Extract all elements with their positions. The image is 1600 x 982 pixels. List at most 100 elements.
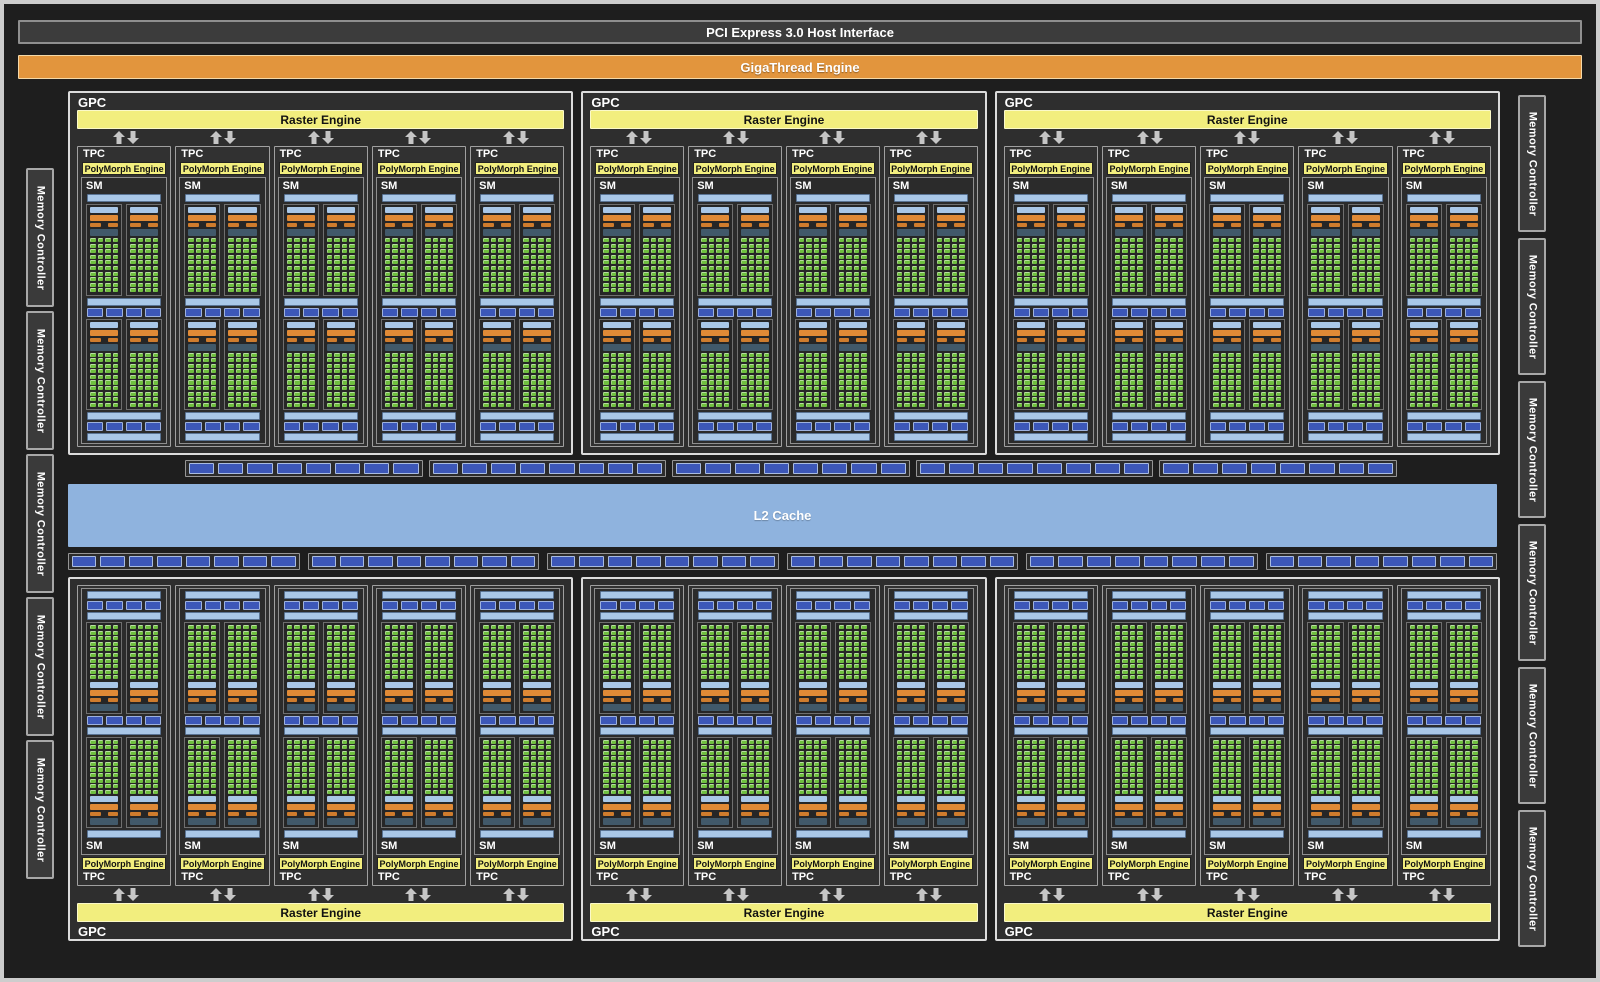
core-cell	[309, 358, 315, 362]
core-cell	[724, 353, 729, 357]
core-cell	[846, 386, 851, 390]
polymorph-engine-bar: PolyMorph Engine	[377, 857, 461, 870]
core-cell	[546, 740, 552, 744]
core-cell	[806, 255, 811, 259]
core-cell	[433, 784, 439, 788]
tpc-row: TPCPolyMorph EngineSMTPCPolyMorph Engine…	[1004, 146, 1491, 447]
core-cell	[937, 272, 942, 276]
core-cell	[1213, 288, 1219, 292]
dispatch-segment	[224, 601, 240, 610]
core-cell	[1057, 392, 1063, 396]
core-cell	[153, 740, 159, 744]
core-cell	[342, 244, 348, 248]
core-cell	[309, 675, 315, 679]
register-file-bar	[839, 344, 867, 351]
core-cell	[919, 277, 924, 281]
core-cell	[1319, 272, 1325, 276]
core-cell	[724, 403, 729, 407]
core-cell	[113, 751, 119, 755]
core-cell	[1374, 255, 1380, 259]
instruction-cache-bar	[698, 612, 772, 620]
core-cell	[643, 790, 648, 794]
core-cell	[196, 751, 202, 755]
core-cell	[741, 255, 746, 259]
core-cell	[211, 636, 217, 640]
core-cell	[749, 773, 754, 777]
block-split-buffer-bar	[287, 338, 298, 342]
core-cell	[1170, 266, 1176, 270]
block-split-buffer-row	[839, 698, 867, 702]
core-cell	[309, 403, 315, 407]
core-cell	[425, 255, 431, 259]
instruction-cache-bar	[185, 612, 259, 620]
core-cell	[251, 392, 257, 396]
core-cell	[196, 740, 202, 744]
core-cell	[546, 636, 552, 640]
core-cell	[334, 260, 340, 264]
core-cell	[749, 779, 754, 783]
core-cell	[440, 244, 446, 248]
core-cell	[407, 767, 413, 771]
core-cell	[523, 670, 529, 674]
core-cell	[1465, 403, 1471, 407]
core-cell	[425, 358, 431, 362]
arrow-cell	[1394, 130, 1491, 145]
core-cell	[806, 260, 811, 264]
core-cell	[1155, 255, 1161, 259]
core-cell	[407, 266, 413, 270]
core-cell	[228, 653, 234, 657]
block-buffer-bar	[603, 215, 631, 221]
core-cell	[806, 288, 811, 292]
core-cell	[334, 283, 340, 287]
dispatch-segment	[620, 601, 636, 610]
core-cell	[854, 283, 859, 287]
register-file-bar	[799, 818, 827, 825]
core-cell	[228, 784, 234, 788]
core-cell	[1137, 277, 1143, 281]
core-cell	[1326, 288, 1332, 292]
core-cell	[203, 238, 209, 242]
core-cell	[349, 353, 355, 357]
core-cell	[98, 779, 104, 783]
core-cell	[251, 779, 257, 783]
core-cell	[385, 784, 391, 788]
tpc-box: TPCPolyMorph EngineSM	[1397, 146, 1491, 447]
core-cell	[1130, 392, 1136, 396]
core-cell	[709, 664, 714, 668]
core-cell	[309, 244, 315, 248]
processing-block	[893, 737, 929, 829]
block-cache-bar	[1155, 322, 1183, 328]
core-cell	[919, 380, 924, 384]
core-cell	[392, 288, 398, 292]
core-cell	[203, 283, 209, 287]
core-cell	[861, 238, 866, 242]
core-cell	[643, 631, 648, 635]
core-cell	[846, 392, 851, 396]
core-cell	[1072, 272, 1078, 276]
processing-block	[599, 622, 635, 714]
core-cell	[531, 386, 537, 390]
core-cell	[90, 392, 96, 396]
core-cell	[821, 403, 826, 407]
dispatch-segment	[1445, 422, 1461, 431]
core-grid	[603, 625, 631, 680]
core-cell	[701, 380, 706, 384]
core-cell	[546, 779, 552, 783]
core-cell	[342, 353, 348, 357]
dispatch-segment	[854, 422, 870, 431]
core-cell	[400, 647, 406, 651]
core-cell	[407, 773, 413, 777]
core-cell	[643, 751, 648, 755]
core-cell	[287, 773, 293, 777]
core-cell	[709, 375, 714, 379]
block-cache-bar	[1352, 322, 1380, 328]
core-cell	[433, 364, 439, 368]
core-cell	[531, 369, 537, 373]
core-cell	[756, 283, 761, 287]
core-cell	[764, 392, 769, 396]
core-grid	[701, 238, 729, 293]
core-cell	[814, 642, 819, 646]
core-cell	[897, 386, 902, 390]
core-cell	[506, 238, 512, 242]
dispatch-segment	[1229, 422, 1245, 431]
